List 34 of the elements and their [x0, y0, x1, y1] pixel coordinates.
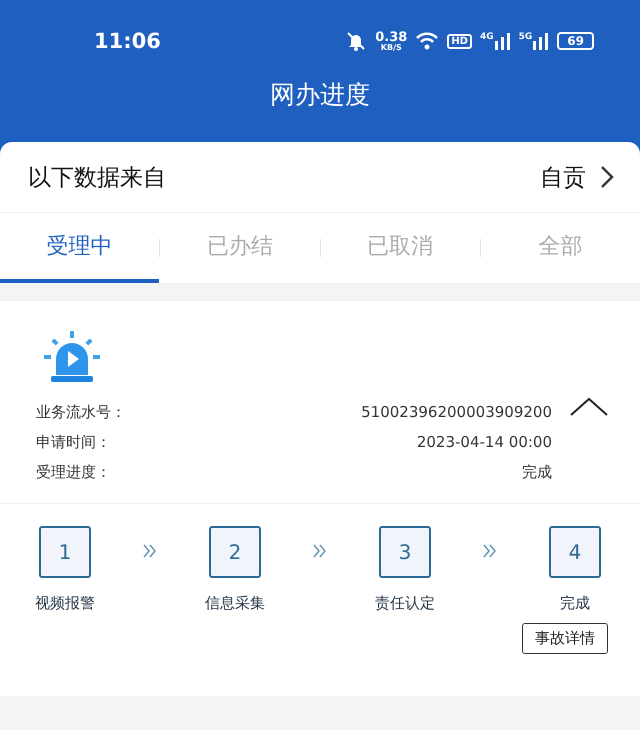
- step-label: 视频报警: [35, 594, 95, 613]
- step-number: 1: [39, 526, 91, 578]
- network-speed: 0.38 KB/S: [375, 30, 408, 52]
- step-number: 3: [379, 526, 431, 578]
- step-label: 责任认定: [375, 594, 435, 613]
- wifi-icon: [415, 32, 440, 50]
- signal-indicator: 5G: [518, 32, 550, 50]
- accident-details-button[interactable]: 事故详情: [522, 623, 608, 654]
- field-label: 业务流水号：: [36, 402, 126, 422]
- field-value: 2023-04-14 00:00: [416, 433, 552, 451]
- chevron-up-icon[interactable]: [570, 397, 608, 417]
- status-time: 11:06: [94, 29, 161, 53]
- step-label: 信息采集: [205, 594, 265, 613]
- step-number: 4: [549, 526, 601, 578]
- chevron-right-icon: [600, 165, 614, 189]
- page-title: 网办进度: [269, 79, 371, 111]
- field-label: 申请时间：: [36, 432, 111, 452]
- muted-bell-icon: [345, 31, 368, 51]
- double-chevron-icon: [313, 544, 327, 558]
- field-value: 51002396200003909200: [361, 403, 552, 421]
- step-number: 2: [209, 526, 261, 578]
- field-label: 受理进度：: [36, 462, 111, 482]
- double-chevron-icon: [483, 544, 497, 558]
- source-value: 自贡: [540, 164, 586, 192]
- data-source-row[interactable]: 以下数据来自 自贡: [0, 142, 640, 213]
- battery-indicator: 69: [557, 32, 594, 50]
- step-label: 完成: [560, 594, 590, 613]
- siren-icon: [44, 331, 100, 383]
- hd-badge: HD: [447, 34, 472, 48]
- tab[interactable]: 受理中: [0, 213, 160, 283]
- field-value: 完成: [522, 462, 552, 482]
- double-chevron-icon: [143, 544, 157, 558]
- source-label: 以下数据来自: [28, 164, 167, 192]
- signal-indicator: 4G: [480, 32, 511, 50]
